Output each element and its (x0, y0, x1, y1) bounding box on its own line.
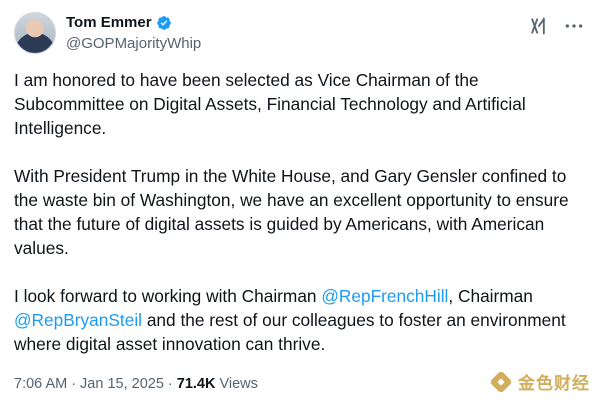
handle[interactable]: @GOPMajorityWhip (66, 34, 201, 53)
grok-icon[interactable] (528, 16, 548, 36)
mention-rep-bryan-steil[interactable]: @RepBryanSteil (14, 310, 142, 330)
watermark: 金色财经 (490, 369, 590, 394)
tweet-time[interactable]: 7:06 AM (14, 376, 67, 392)
views-label: Views (219, 376, 258, 392)
tweet-header: Tom Emmer @GOPMajorityWhip (14, 12, 201, 54)
tweet-body: I am honored to have been selected as Vi… (14, 68, 586, 380)
meta-separator-2: · (167, 376, 173, 392)
tweet-paragraph-3: I look forward to working with Chairman … (14, 284, 586, 356)
tweet-date[interactable]: Jan 15, 2025 (80, 376, 164, 392)
watermark-logo-icon (490, 371, 512, 392)
header-actions (528, 16, 584, 36)
meta-separator: · (71, 376, 77, 392)
para3-text-before: I look forward to working with Chairman (14, 286, 322, 306)
display-name[interactable]: Tom Emmer (66, 13, 152, 32)
author-names: Tom Emmer @GOPMajorityWhip (66, 13, 201, 53)
tweet-meta: 7:06 AM · Jan 15, 2025 · 71.4K Views (14, 376, 258, 392)
tweet-paragraph-2: With President Trump in the White House,… (14, 166, 569, 258)
verified-badge-icon (156, 15, 171, 30)
avatar[interactable] (14, 12, 56, 54)
watermark-text: 金色财经 (518, 374, 590, 393)
name-row: Tom Emmer (66, 13, 201, 32)
tweet-card: Tom Emmer @GOPMajorityWhip I am honored … (0, 0, 600, 400)
tweet-paragraph-1: I am honored to have been selected as Vi… (14, 70, 526, 138)
more-icon[interactable] (564, 16, 584, 36)
views-count: 71.4K (176, 376, 216, 392)
para3-text-mid: , Chairman (448, 286, 533, 306)
mention-rep-french-hill[interactable]: @RepFrenchHill (321, 286, 448, 306)
